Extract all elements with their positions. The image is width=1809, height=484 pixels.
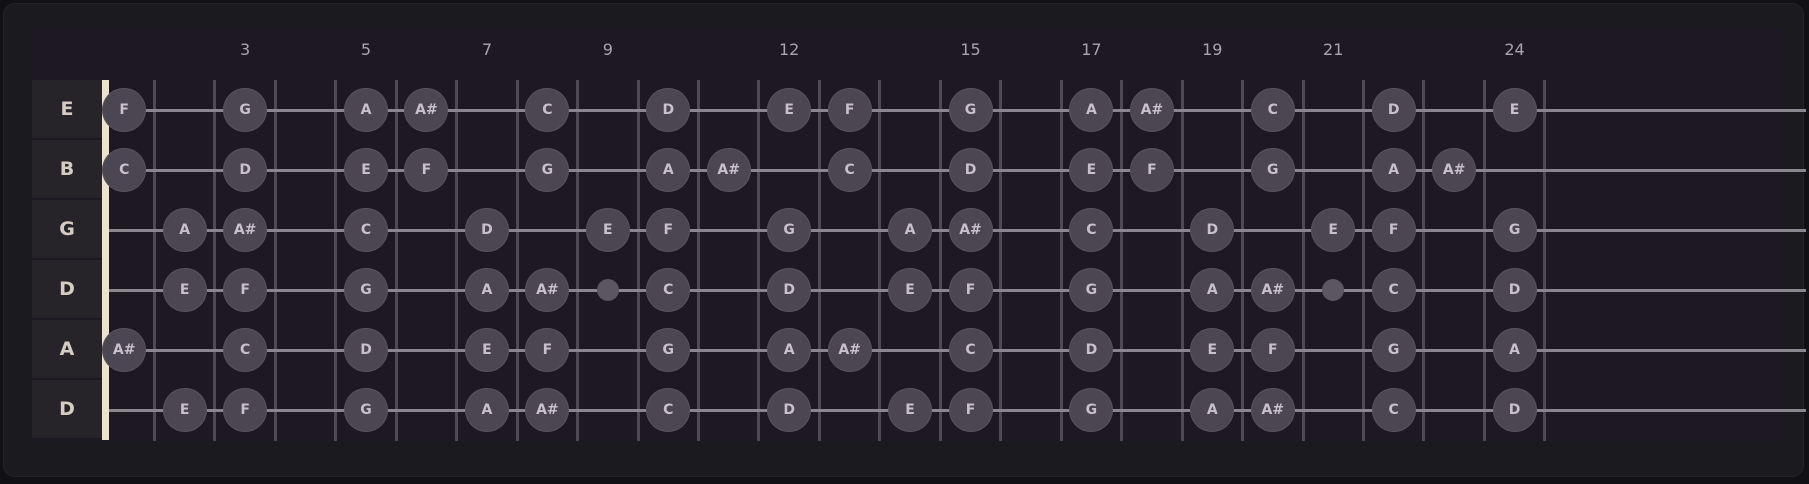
note-marker[interactable]: A# [1250, 268, 1295, 312]
note-marker[interactable]: C [646, 268, 691, 312]
note-marker[interactable]: E [888, 388, 933, 432]
note-marker[interactable]: D [344, 328, 389, 372]
note-marker[interactable]: G [344, 268, 389, 312]
note-marker[interactable]: E [1190, 328, 1235, 372]
note-marker[interactable]: C [1371, 268, 1416, 312]
note-marker[interactable]: E [464, 328, 509, 372]
note-marker[interactable]: G [767, 208, 812, 252]
note-marker[interactable]: E [344, 148, 389, 192]
fret-line [938, 80, 942, 441]
note-marker[interactable]: A [888, 208, 933, 252]
note-marker[interactable]: G [344, 388, 389, 432]
note-marker[interactable]: G [223, 88, 268, 132]
fret-line [1361, 80, 1365, 441]
note-marker[interactable]: A# [948, 208, 993, 252]
fret-line [697, 80, 700, 441]
note-marker[interactable]: D [1492, 388, 1537, 432]
fret-line [878, 80, 882, 441]
note-marker[interactable]: C [827, 148, 872, 192]
note-marker[interactable]: D [464, 208, 509, 252]
note-marker[interactable]: A [464, 268, 509, 312]
note-marker[interactable]: A# [102, 328, 147, 372]
note-marker[interactable]: E [767, 88, 812, 132]
note-marker[interactable]: C [102, 148, 147, 192]
fret-line [636, 80, 640, 441]
note-marker[interactable]: C [948, 328, 993, 372]
fret-line [1482, 80, 1486, 441]
fret-line [1120, 80, 1124, 441]
note-marker[interactable]: F [646, 208, 691, 252]
fret-line [334, 80, 338, 441]
fret-line [152, 80, 156, 441]
note-marker[interactable]: E [162, 268, 207, 312]
note-marker[interactable]: F [1371, 208, 1416, 252]
note-marker[interactable]: D [767, 268, 812, 312]
note-marker[interactable]: C [1371, 388, 1416, 432]
fret-line [455, 80, 459, 441]
note-marker[interactable]: D [767, 388, 812, 432]
note-marker[interactable]: A# [1129, 88, 1174, 132]
fret-line [576, 80, 580, 441]
note-marker[interactable]: D [223, 148, 268, 192]
note-marker[interactable]: A [1492, 328, 1537, 372]
note-marker[interactable]: G [948, 88, 993, 132]
note-marker[interactable]: A [1190, 268, 1235, 312]
note-marker[interactable]: C [646, 388, 691, 432]
fretboard-panel: 3 5 7 9 12 15 17 19 21 24 EBGDAD F G A A# C D E F G A A# C D E… [3, 3, 1806, 477]
fret-line [1180, 80, 1184, 441]
note-marker[interactable]: F [1129, 148, 1174, 192]
note-marker[interactable]: A# [223, 208, 268, 252]
note-marker[interactable]: G [1250, 148, 1295, 192]
note-marker[interactable]: A [162, 208, 207, 252]
note-marker[interactable]: A [767, 328, 812, 372]
note-marker[interactable]: A [1190, 388, 1235, 432]
fret-line [757, 80, 761, 441]
note-marker[interactable]: F [223, 388, 268, 432]
fret-line [1543, 80, 1547, 441]
fretboard: 3 5 7 9 12 15 17 19 21 24 EBGDAD F G A A# C D E F G A A# C D E… [32, 28, 1806, 441]
fret-line [817, 80, 821, 441]
note-marker[interactable]: C [223, 328, 268, 372]
note-marker[interactable]: D [948, 148, 993, 192]
note-marker[interactable]: E [1311, 208, 1356, 252]
fret-line [999, 80, 1003, 441]
note-marker[interactable]: A# [1250, 388, 1295, 432]
note-marker[interactable]: G [646, 328, 691, 372]
note-marker[interactable]: A [344, 88, 389, 132]
note-marker[interactable]: A [464, 388, 509, 432]
note-marker[interactable]: E [1492, 88, 1537, 132]
fret-line [273, 80, 277, 441]
fret-line [1241, 80, 1245, 441]
note-marker[interactable]: D [1371, 88, 1416, 132]
note-marker[interactable]: A# [1432, 148, 1477, 192]
fret-line [515, 80, 519, 441]
note-marker[interactable]: C [344, 208, 389, 252]
note-marker[interactable]: D [1492, 268, 1537, 312]
note-marker[interactable]: C [1250, 88, 1295, 132]
fret-line [213, 80, 217, 441]
fret-line [1301, 80, 1305, 441]
note-marker[interactable]: A# [827, 328, 872, 372]
fret-line [394, 80, 398, 441]
note-marker[interactable]: F [948, 268, 993, 312]
note-marker[interactable]: D [646, 88, 691, 132]
inlay-dot [596, 279, 619, 301]
note-marker[interactable]: A [646, 148, 691, 192]
note-marker[interactable]: F [102, 88, 147, 132]
note-marker[interactable]: G [1371, 328, 1416, 372]
note-marker[interactable]: F [1250, 328, 1295, 372]
note-marker[interactable]: A# [706, 148, 751, 192]
note-marker[interactable]: D [1190, 208, 1235, 252]
fret-line [1422, 80, 1426, 441]
note-marker[interactable]: G [1492, 208, 1537, 252]
note-marker[interactable]: E [162, 388, 207, 432]
note-marker[interactable]: F [827, 88, 872, 132]
note-marker[interactable]: F [948, 388, 993, 432]
fret-line [1059, 80, 1063, 441]
note-marker[interactable]: A [1371, 148, 1416, 192]
note-marker[interactable]: E [888, 268, 933, 312]
note-marker[interactable]: E [585, 208, 630, 252]
note-marker[interactable]: F [223, 268, 268, 312]
